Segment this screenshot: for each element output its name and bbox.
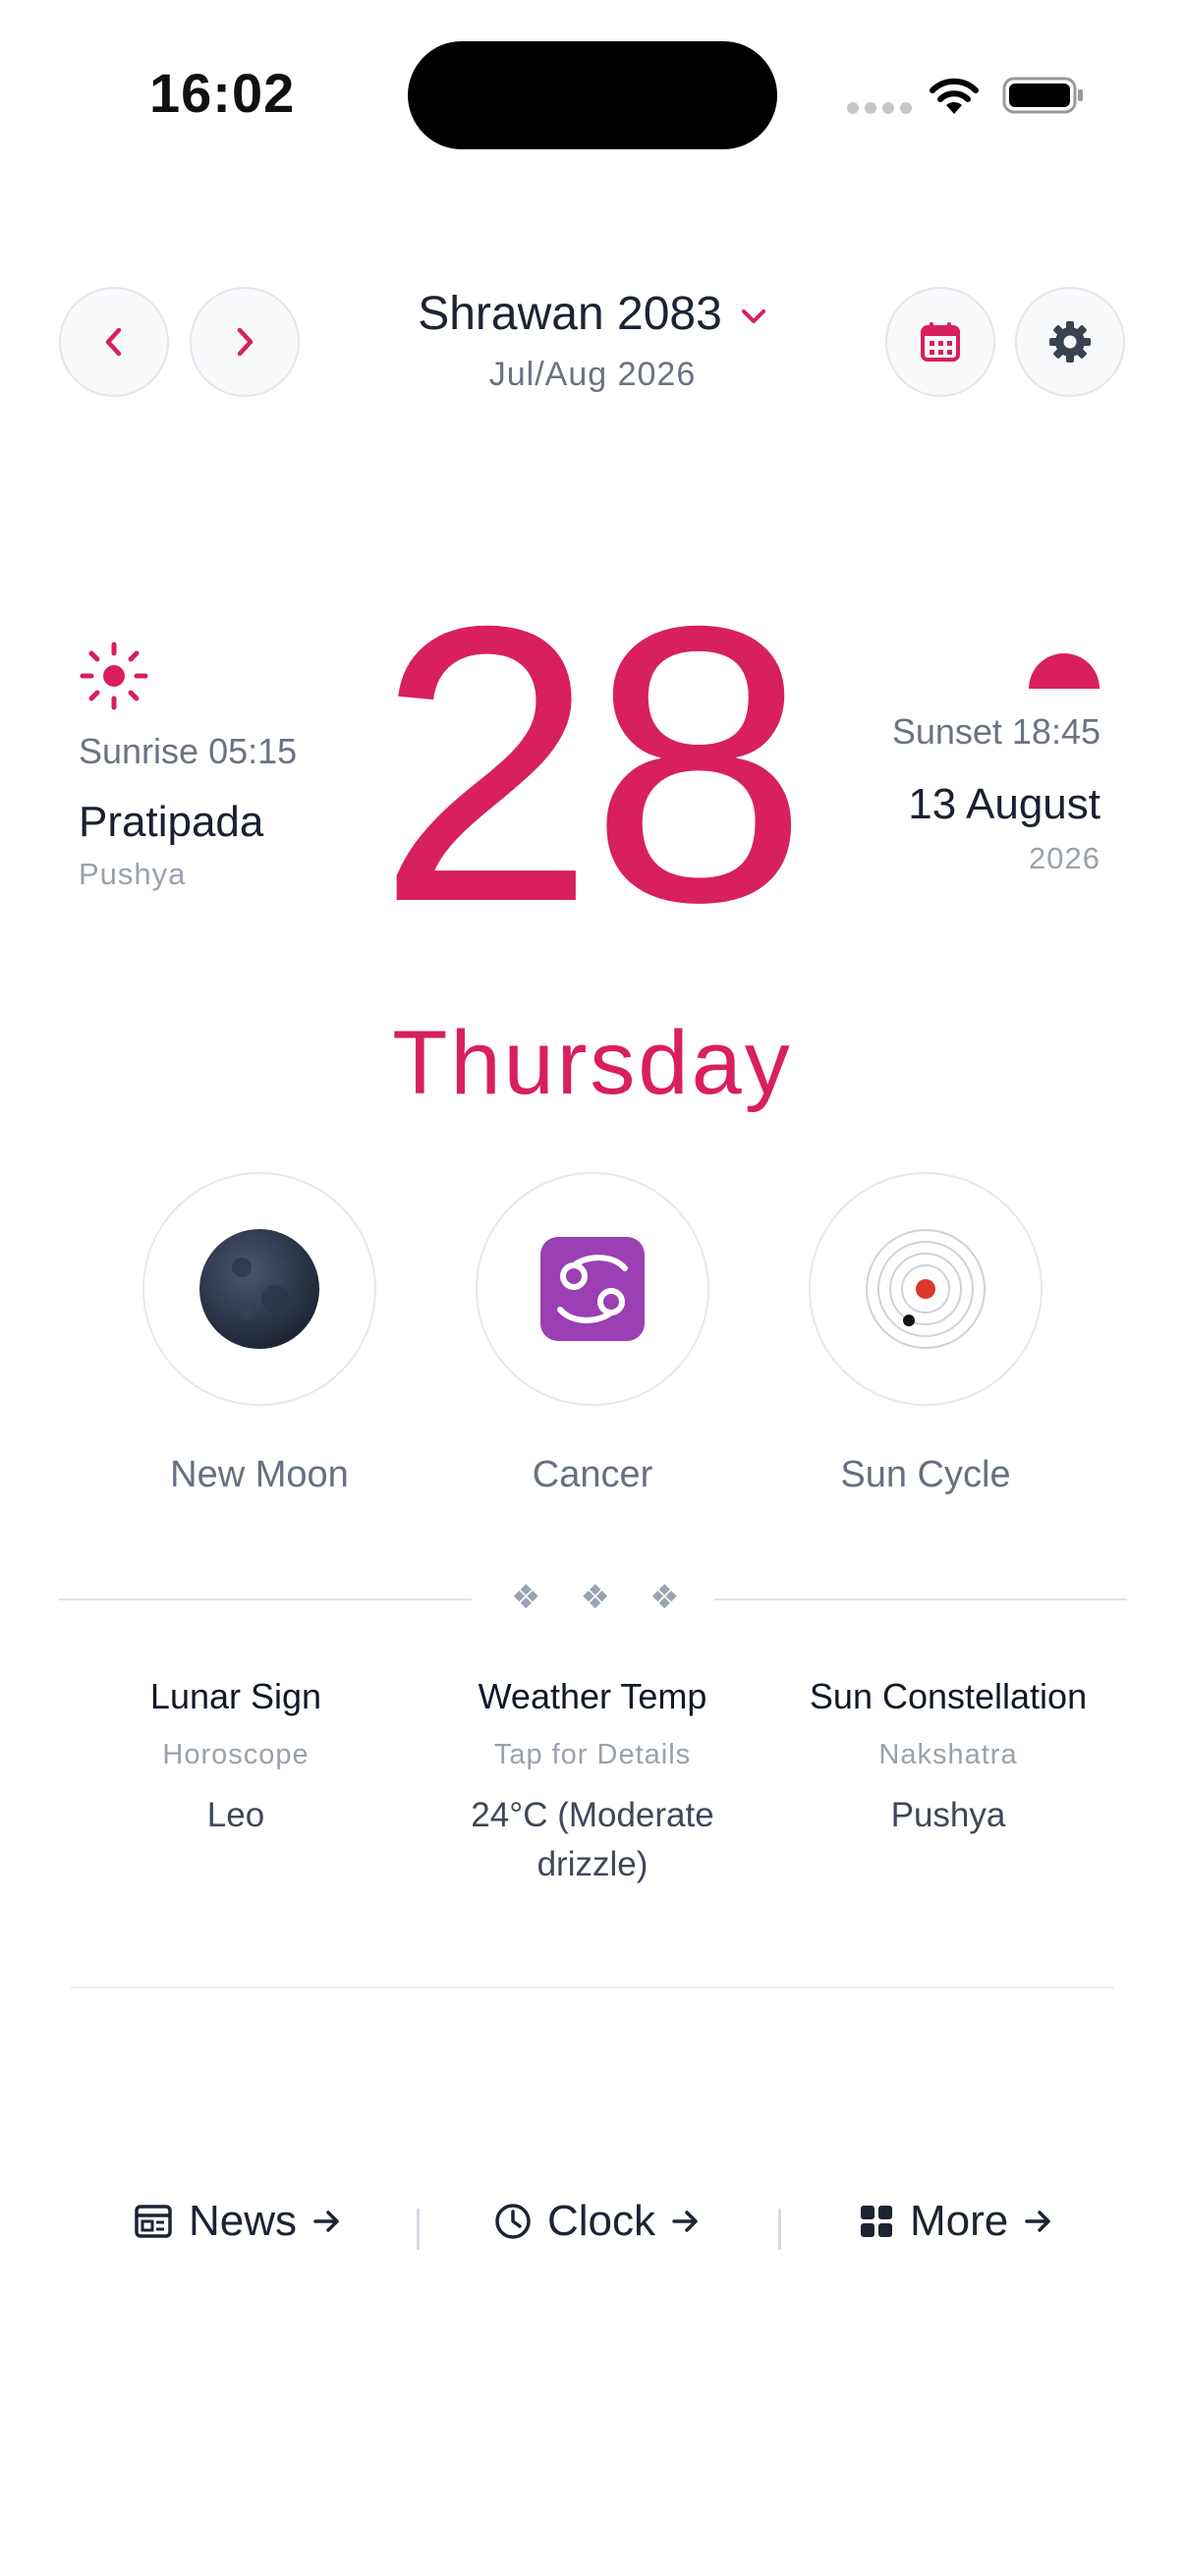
previous-month-button[interactable] [59,287,169,397]
more-link[interactable]: More [859,2197,1053,2246]
newspaper-icon [135,2205,172,2238]
moon-phase-card[interactable] [142,1172,376,1406]
month-title: Shrawan 2083 [418,288,722,340]
clock-icon [495,2204,531,2239]
chevron-left-icon [105,327,122,357]
sunrise-time: Sunrise 05:15 [79,731,298,771]
cellular-signal-icon [847,102,912,114]
chevron-right-icon [237,327,254,357]
lunar-sign-title: Lunar Sign [149,1676,322,1716]
divider-ornament: ❖ ❖ ❖ [511,1578,679,1617]
diamond-ornament-icon: ❖ [649,1578,680,1617]
lunar-sign-value: Leo [206,1796,265,1834]
weather-block[interactable]: Weather Temp Tap for Details 24°C (Moder… [406,1676,779,1889]
link-separator [417,2209,420,2250]
moon-phase-label: New Moon [170,1454,349,1495]
calendar-icon [921,322,960,362]
new-moon-icon [199,1229,319,1349]
more-label: More [910,2197,1009,2245]
news-link[interactable]: News [134,2197,342,2246]
sun-cycle-orbit-icon [866,1229,986,1349]
weather-value: 24°C (Moderate drizzle) [471,1796,714,1883]
grid-icon [861,2206,892,2237]
weather-subtitle: Tap for Details [493,1739,692,1770]
dynamic-island [408,41,777,149]
next-month-button[interactable] [190,287,300,397]
sunrise-icon [80,642,148,710]
sunset-time: Sunset 18:45 [891,711,1100,752]
arrow-right-icon [672,2211,698,2232]
nakshatra-name: Pushya [79,857,187,891]
clock-link[interactable]: Clock [494,2197,701,2246]
zodiac-card[interactable] [476,1172,709,1406]
arrow-right-icon [1025,2211,1050,2232]
sun-constellation-title: Sun Constellation [809,1676,1088,1716]
tithi-name: Pratipada [79,798,264,846]
calendar-button[interactable] [885,287,995,397]
section-divider [71,1987,1114,1988]
sun-constellation-block: Sun Constellation Nakshatra Pushya [762,1676,1135,1840]
weather-title: Weather Temp [478,1676,707,1716]
sun-constellation-value: Pushya [890,1796,1006,1834]
diamond-ornament-icon: ❖ [511,1578,541,1617]
gregorian-year: 2026 [1029,841,1100,875]
gear-icon [1049,321,1091,363]
sun-cycle-label: Sun Cycle [840,1454,1011,1495]
sunset-icon [1029,653,1100,689]
divider-line-left [59,1598,472,1600]
zodiac-label: Cancer [532,1454,653,1495]
diamond-ornament-icon: ❖ [580,1578,610,1617]
day-number: 28 [376,544,809,983]
clock-label: Clock [547,2197,656,2245]
sun-constellation-subtitle: Nakshatra [878,1739,1018,1770]
cancer-zodiac-icon [540,1237,645,1341]
arrow-right-icon [313,2211,339,2232]
divider-line-right [714,1598,1127,1600]
sun-cycle-card[interactable] [809,1172,1043,1406]
month-selector[interactable]: Shrawan 2083 [295,287,890,341]
weekday: Thursday [392,1013,793,1113]
month-subtitle: Jul/Aug 2026 [488,356,697,393]
lunar-sign-subtitle: Horoscope [162,1739,310,1770]
wifi-icon [930,78,979,114]
battery-icon [1002,77,1083,114]
news-label: News [189,2197,298,2245]
chevron-down-icon [741,309,765,324]
settings-button[interactable] [1015,287,1125,397]
gregorian-date: 13 August [908,780,1100,828]
lunar-sign-block: Lunar Sign Horoscope Leo [49,1676,423,1840]
link-separator [778,2209,781,2250]
status-time: 16:02 [149,62,296,124]
